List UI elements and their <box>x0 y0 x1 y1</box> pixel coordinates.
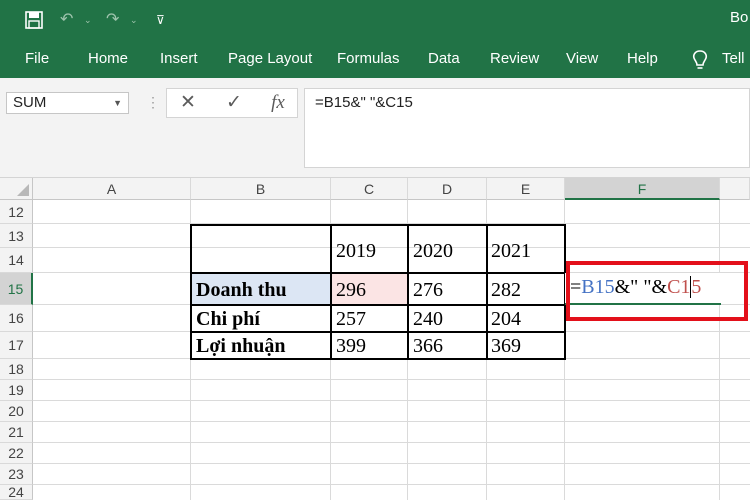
formula-actions: ✕ ✓ fx <box>166 88 298 118</box>
table-border <box>330 224 332 360</box>
cancel-icon[interactable]: ✕ <box>175 91 201 115</box>
title-bar: ↶ ⌄ ↷ ⌄ ⊽ Bo <box>0 0 750 42</box>
document-title: Bo <box>730 9 749 26</box>
column-header-e[interactable]: E <box>487 178 565 200</box>
gridline <box>33 421 750 422</box>
enter-icon[interactable]: ✓ <box>221 91 247 115</box>
table-border <box>407 224 409 360</box>
row-header-14[interactable]: 14 <box>0 248 33 273</box>
tab-help[interactable]: Help <box>627 50 658 67</box>
year-header-2021[interactable]: 2021 <box>491 240 531 263</box>
gridline <box>33 463 750 464</box>
formula-input[interactable]: =B15&" "&C15 <box>304 88 750 168</box>
column-header-d[interactable]: D <box>408 178 487 200</box>
column-header-g[interactable] <box>720 178 750 200</box>
undo-icon[interactable]: ↶ <box>60 10 73 30</box>
insert-function-icon[interactable]: fx <box>265 91 291 115</box>
table-border <box>190 224 566 226</box>
gridline <box>33 379 750 380</box>
redo-dropdown-icon[interactable]: ⌄ <box>130 10 138 30</box>
row-header-13[interactable]: 13 <box>0 224 33 248</box>
tab-view[interactable]: View <box>566 50 598 67</box>
ribbon-tabs: File Home Insert Page Layout Formulas Da… <box>0 42 750 78</box>
table-border <box>190 224 192 360</box>
lightbulb-icon[interactable] <box>689 49 711 71</box>
table-border <box>486 224 488 360</box>
table-cell[interactable]: 399 <box>336 335 366 358</box>
row-header-15[interactable]: 15 <box>0 273 33 305</box>
row-header-22[interactable]: 22 <box>0 443 33 464</box>
table-cell[interactable]: 204 <box>491 308 521 331</box>
customize-toolbar-icon[interactable]: ⊽ <box>156 10 165 30</box>
table-cell[interactable]: 296 <box>336 279 366 302</box>
tab-page-layout[interactable]: Page Layout <box>228 50 312 67</box>
table-cell[interactable]: 276 <box>413 279 443 302</box>
resize-handle-icon[interactable]: ⋮ <box>146 94 160 111</box>
row-header-18[interactable]: 18 <box>0 359 33 380</box>
column-header-a[interactable]: A <box>33 178 191 200</box>
table-cell[interactable]: 257 <box>336 308 366 331</box>
tab-file[interactable]: File <box>25 50 49 67</box>
gridline <box>33 484 750 485</box>
column-header-f[interactable]: F <box>565 178 720 200</box>
name-box[interactable]: SUM ▼ <box>6 92 129 114</box>
chevron-down-icon[interactable]: ▼ <box>113 93 122 113</box>
row-header-20[interactable]: 20 <box>0 401 33 422</box>
gridline <box>719 200 720 500</box>
row-label-chi-phi[interactable]: Chi phí <box>196 308 260 331</box>
name-box-value: SUM <box>13 94 47 111</box>
tab-home[interactable]: Home <box>88 50 128 67</box>
worksheet-grid[interactable]: A B C D E F 12 13 14 15 16 17 18 19 20 2… <box>0 178 750 500</box>
year-header-2019[interactable]: 2019 <box>336 240 376 263</box>
row-label-loi-nhuan[interactable]: Lợi nhuận <box>196 335 285 358</box>
table-cell[interactable]: 369 <box>491 335 521 358</box>
table-cell[interactable]: 240 <box>413 308 443 331</box>
gridline <box>33 442 750 443</box>
select-all-button[interactable] <box>0 178 33 200</box>
row-header-24[interactable]: 24 <box>0 485 33 500</box>
row-header-21[interactable]: 21 <box>0 422 33 443</box>
table-border <box>190 272 566 274</box>
row-header-12[interactable]: 12 <box>0 200 33 224</box>
tab-data[interactable]: Data <box>428 50 460 67</box>
column-header-c[interactable]: C <box>331 178 408 200</box>
table-cell[interactable]: 282 <box>491 279 521 302</box>
tab-tell-me[interactable]: Tell <box>722 50 745 67</box>
column-header-b[interactable]: B <box>191 178 331 200</box>
gridline <box>33 400 750 401</box>
table-border <box>190 331 566 333</box>
highlight-callout <box>566 261 748 321</box>
redo-icon[interactable]: ↷ <box>106 10 119 30</box>
undo-dropdown-icon[interactable]: ⌄ <box>84 10 92 30</box>
row-label-doanh-thu[interactable]: Doanh thu <box>196 279 287 302</box>
formula-bar: SUM ▼ ⋮ ✕ ✓ fx =B15&" "&C15 <box>0 78 750 178</box>
table-border <box>190 358 566 360</box>
save-icon[interactable] <box>24 10 44 30</box>
tab-insert[interactable]: Insert <box>160 50 198 67</box>
row-header-23[interactable]: 23 <box>0 464 33 485</box>
row-header-16[interactable]: 16 <box>0 305 33 332</box>
tab-formulas[interactable]: Formulas <box>337 50 400 67</box>
year-header-2020[interactable]: 2020 <box>413 240 453 263</box>
tab-review[interactable]: Review <box>490 50 539 67</box>
table-border <box>190 304 566 306</box>
table-cell[interactable]: 366 <box>413 335 443 358</box>
row-header-19[interactable]: 19 <box>0 380 33 401</box>
row-header-17[interactable]: 17 <box>0 332 33 359</box>
gridline <box>33 247 750 248</box>
